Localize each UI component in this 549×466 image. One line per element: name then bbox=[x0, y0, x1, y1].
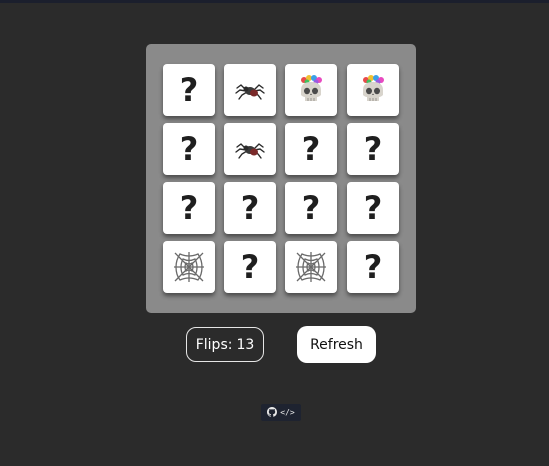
card-2-3[interactable]: ? bbox=[285, 123, 337, 175]
spider-icon bbox=[235, 138, 265, 160]
card-4-1[interactable] bbox=[163, 241, 215, 293]
spider-web-icon bbox=[172, 250, 206, 284]
question-mark-icon: ? bbox=[240, 248, 260, 286]
card-3-3[interactable]: ? bbox=[285, 182, 337, 234]
card-1-2[interactable] bbox=[224, 64, 276, 116]
question-mark-icon: ? bbox=[179, 189, 199, 227]
card-1-4[interactable] bbox=[347, 64, 399, 116]
question-mark-icon: ? bbox=[301, 130, 321, 168]
card-2-4[interactable]: ? bbox=[347, 123, 399, 175]
top-strip bbox=[0, 0, 549, 3]
github-icon bbox=[267, 406, 278, 419]
card-3-1[interactable]: ? bbox=[163, 182, 215, 234]
card-4-3[interactable] bbox=[285, 241, 337, 293]
card-1-3[interactable] bbox=[285, 64, 337, 116]
question-mark-icon: ? bbox=[179, 71, 199, 109]
flips-counter: Flips: 13 bbox=[186, 327, 264, 362]
skull-with-flowers-icon bbox=[359, 74, 387, 106]
card-1-1[interactable]: ? bbox=[163, 64, 215, 116]
question-mark-icon: ? bbox=[363, 248, 383, 286]
source-code-badge[interactable]: </> bbox=[261, 404, 301, 421]
question-mark-icon: ? bbox=[240, 189, 260, 227]
card-3-2[interactable]: ? bbox=[224, 182, 276, 234]
game-board: ? ? ? ? ? ? ? ? ? ? bbox=[146, 44, 416, 313]
question-mark-icon: ? bbox=[179, 130, 199, 168]
flips-label: Flips: bbox=[195, 336, 233, 353]
card-2-1[interactable]: ? bbox=[163, 123, 215, 175]
card-4-4[interactable]: ? bbox=[347, 241, 399, 293]
code-label: </> bbox=[280, 408, 295, 417]
card-2-2[interactable] bbox=[224, 123, 276, 175]
card-3-4[interactable]: ? bbox=[347, 182, 399, 234]
spider-icon bbox=[235, 79, 265, 101]
skull-with-flowers-icon bbox=[297, 74, 325, 106]
card-4-2[interactable]: ? bbox=[224, 241, 276, 293]
flips-count: 13 bbox=[236, 336, 255, 353]
question-mark-icon: ? bbox=[363, 130, 383, 168]
question-mark-icon: ? bbox=[301, 189, 321, 227]
spider-web-icon bbox=[294, 250, 328, 284]
refresh-button[interactable]: Refresh bbox=[297, 326, 376, 363]
question-mark-icon: ? bbox=[363, 189, 383, 227]
